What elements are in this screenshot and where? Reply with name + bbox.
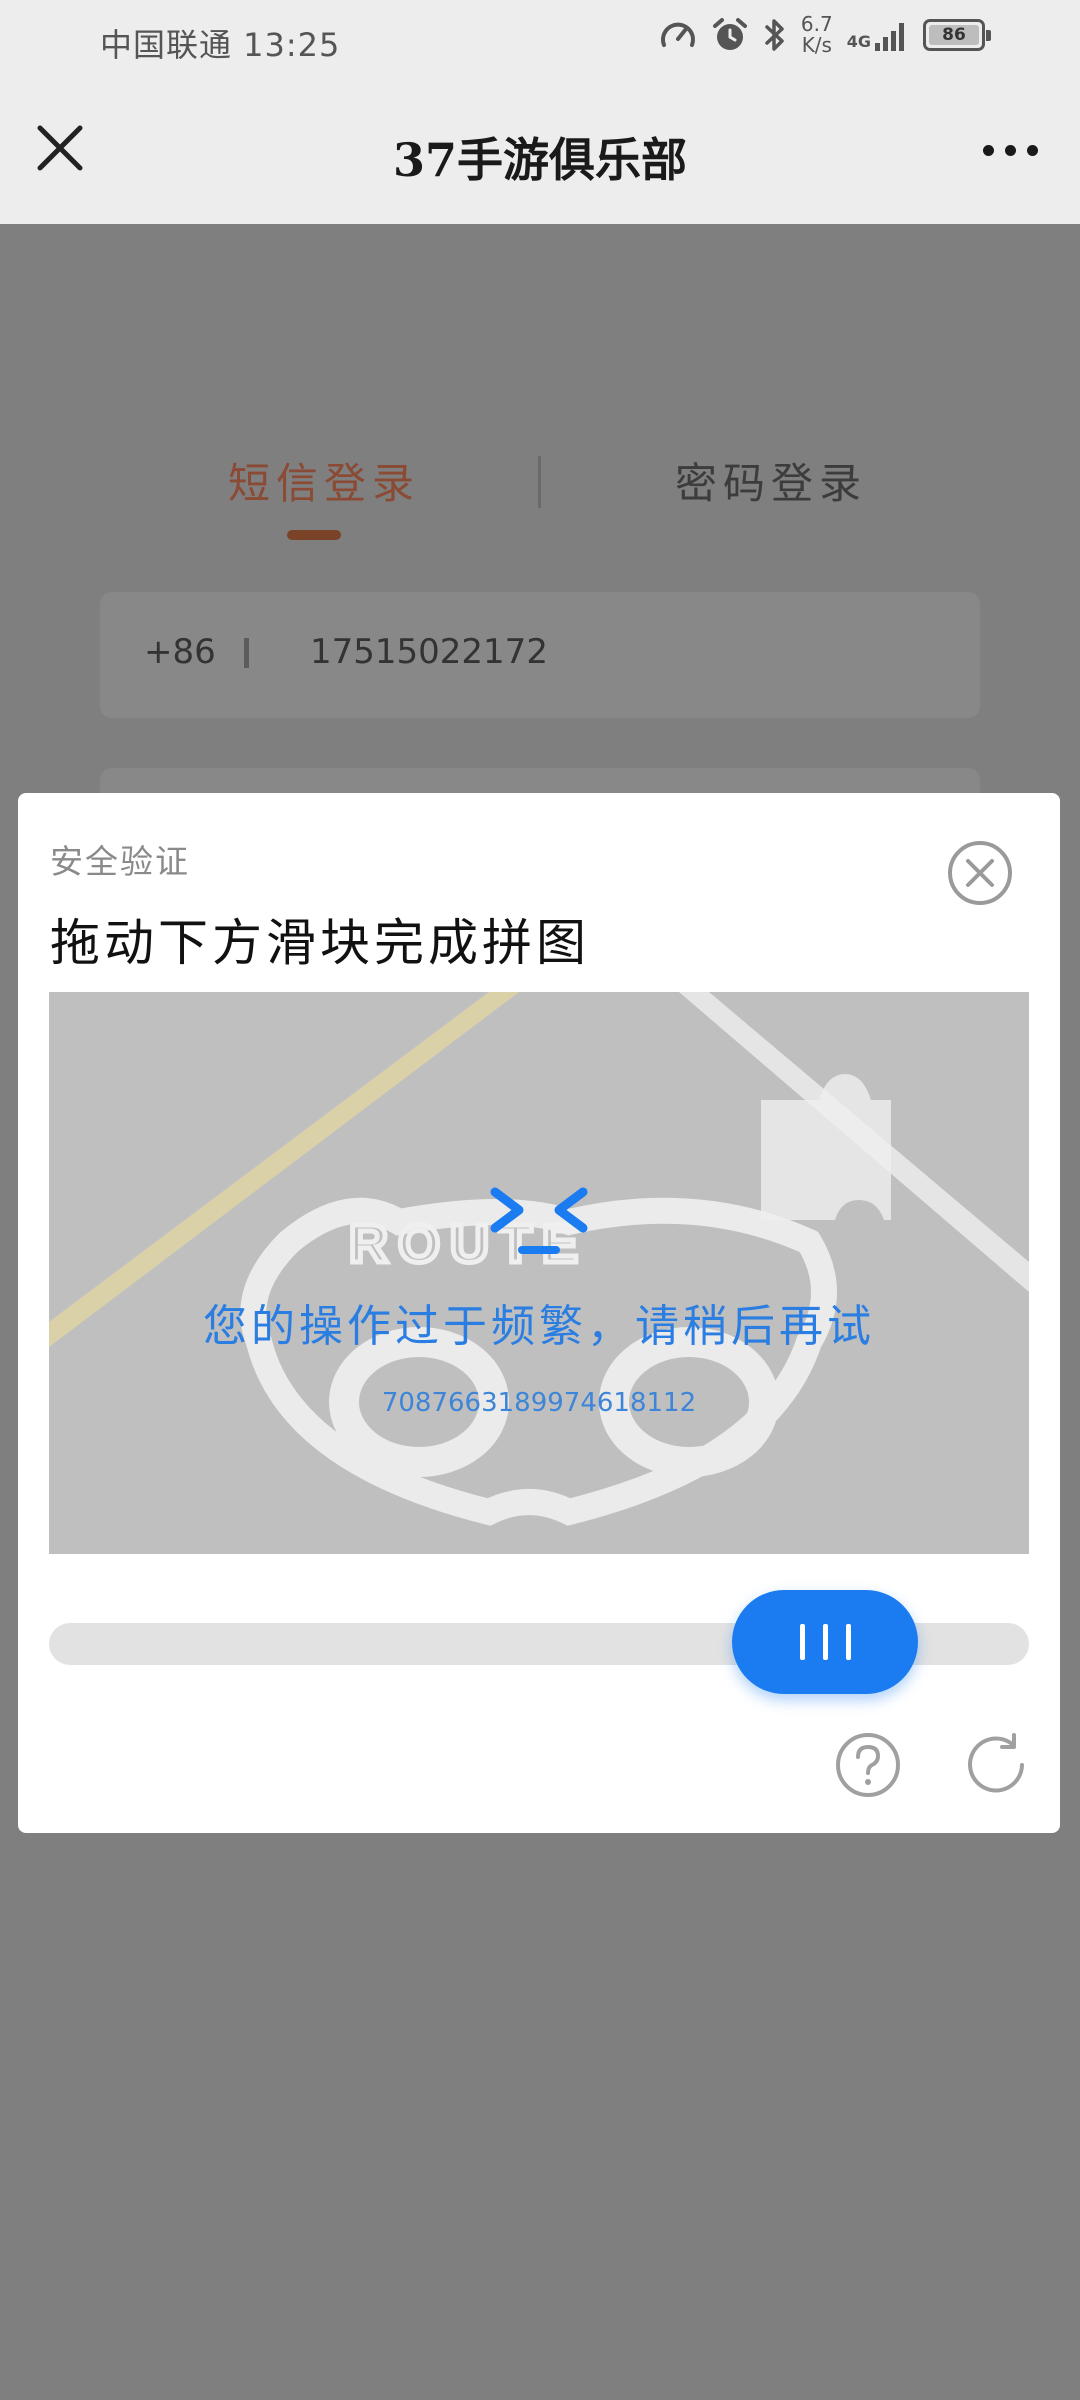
active-tab-indicator [287,530,341,540]
refresh-button[interactable] [962,1731,1030,1799]
speedometer-icon [660,22,695,47]
battery-level: 86 [929,25,979,45]
phone-input[interactable]: 17515022172 [310,632,548,672]
help-icon [836,1733,900,1797]
net-speed-value: 6.7 [800,12,833,36]
refresh-icon [968,1733,1024,1793]
network-type: 4G [846,32,871,51]
face-icon [490,1187,588,1254]
slider-grip-icon [799,1624,805,1660]
modal-close-button[interactable] [946,839,1014,907]
country-code[interactable]: +86 [144,632,216,672]
alarm-icon [712,18,747,50]
security-verification-modal: 安全验证 拖动下方滑块完成拼图 ROUTE 您的操作过于频繁，请稍后再试 708… [18,793,1060,1833]
puzzle-image: ROUTE 您的操作过于频繁，请稍后再试 7087663189974618112 [49,992,1029,1554]
bluetooth-icon [765,19,784,51]
close-circle-icon [948,841,1012,905]
modal-subtitle: 安全验证 [50,842,190,881]
page-title: 37手游俱乐部 [392,133,687,187]
more-dots-icon [982,144,994,156]
battery-icon: 86 [923,19,991,51]
tab-divider [538,456,541,508]
error-code: 7087663189974618112 [381,1388,697,1418]
image-overlay [49,992,1029,1554]
more-button[interactable] [978,134,1042,166]
modal-title: 拖动下方滑块完成拼图 [50,914,590,972]
error-message: 您的操作过于频繁，请稍后再试 [203,1301,875,1352]
net-speed-unit: K/s [801,33,832,57]
title-bar: 37手游俱乐部 [0,80,1080,224]
carrier-time: 中国联通 13:25 [100,26,341,64]
tab-password-login[interactable]: 密码登录 [675,450,867,511]
net-speed: 6.7 K/s [801,14,833,56]
tab-sms-login[interactable]: 短信登录 [228,450,420,511]
slider-handle[interactable] [732,1590,918,1694]
login-tabs: 短信登录 密码登录 [0,450,1080,560]
field-divider [244,638,249,668]
status-bar: 中国联通 13:25 6.7 K/s 4G 86 [0,0,1080,80]
signal-icon: 4G [847,19,909,51]
phone-field[interactable]: +86 17515022172 [100,592,980,718]
help-button[interactable] [834,1731,902,1799]
status-icons: 6.7 K/s 4G 86 [659,14,991,56]
